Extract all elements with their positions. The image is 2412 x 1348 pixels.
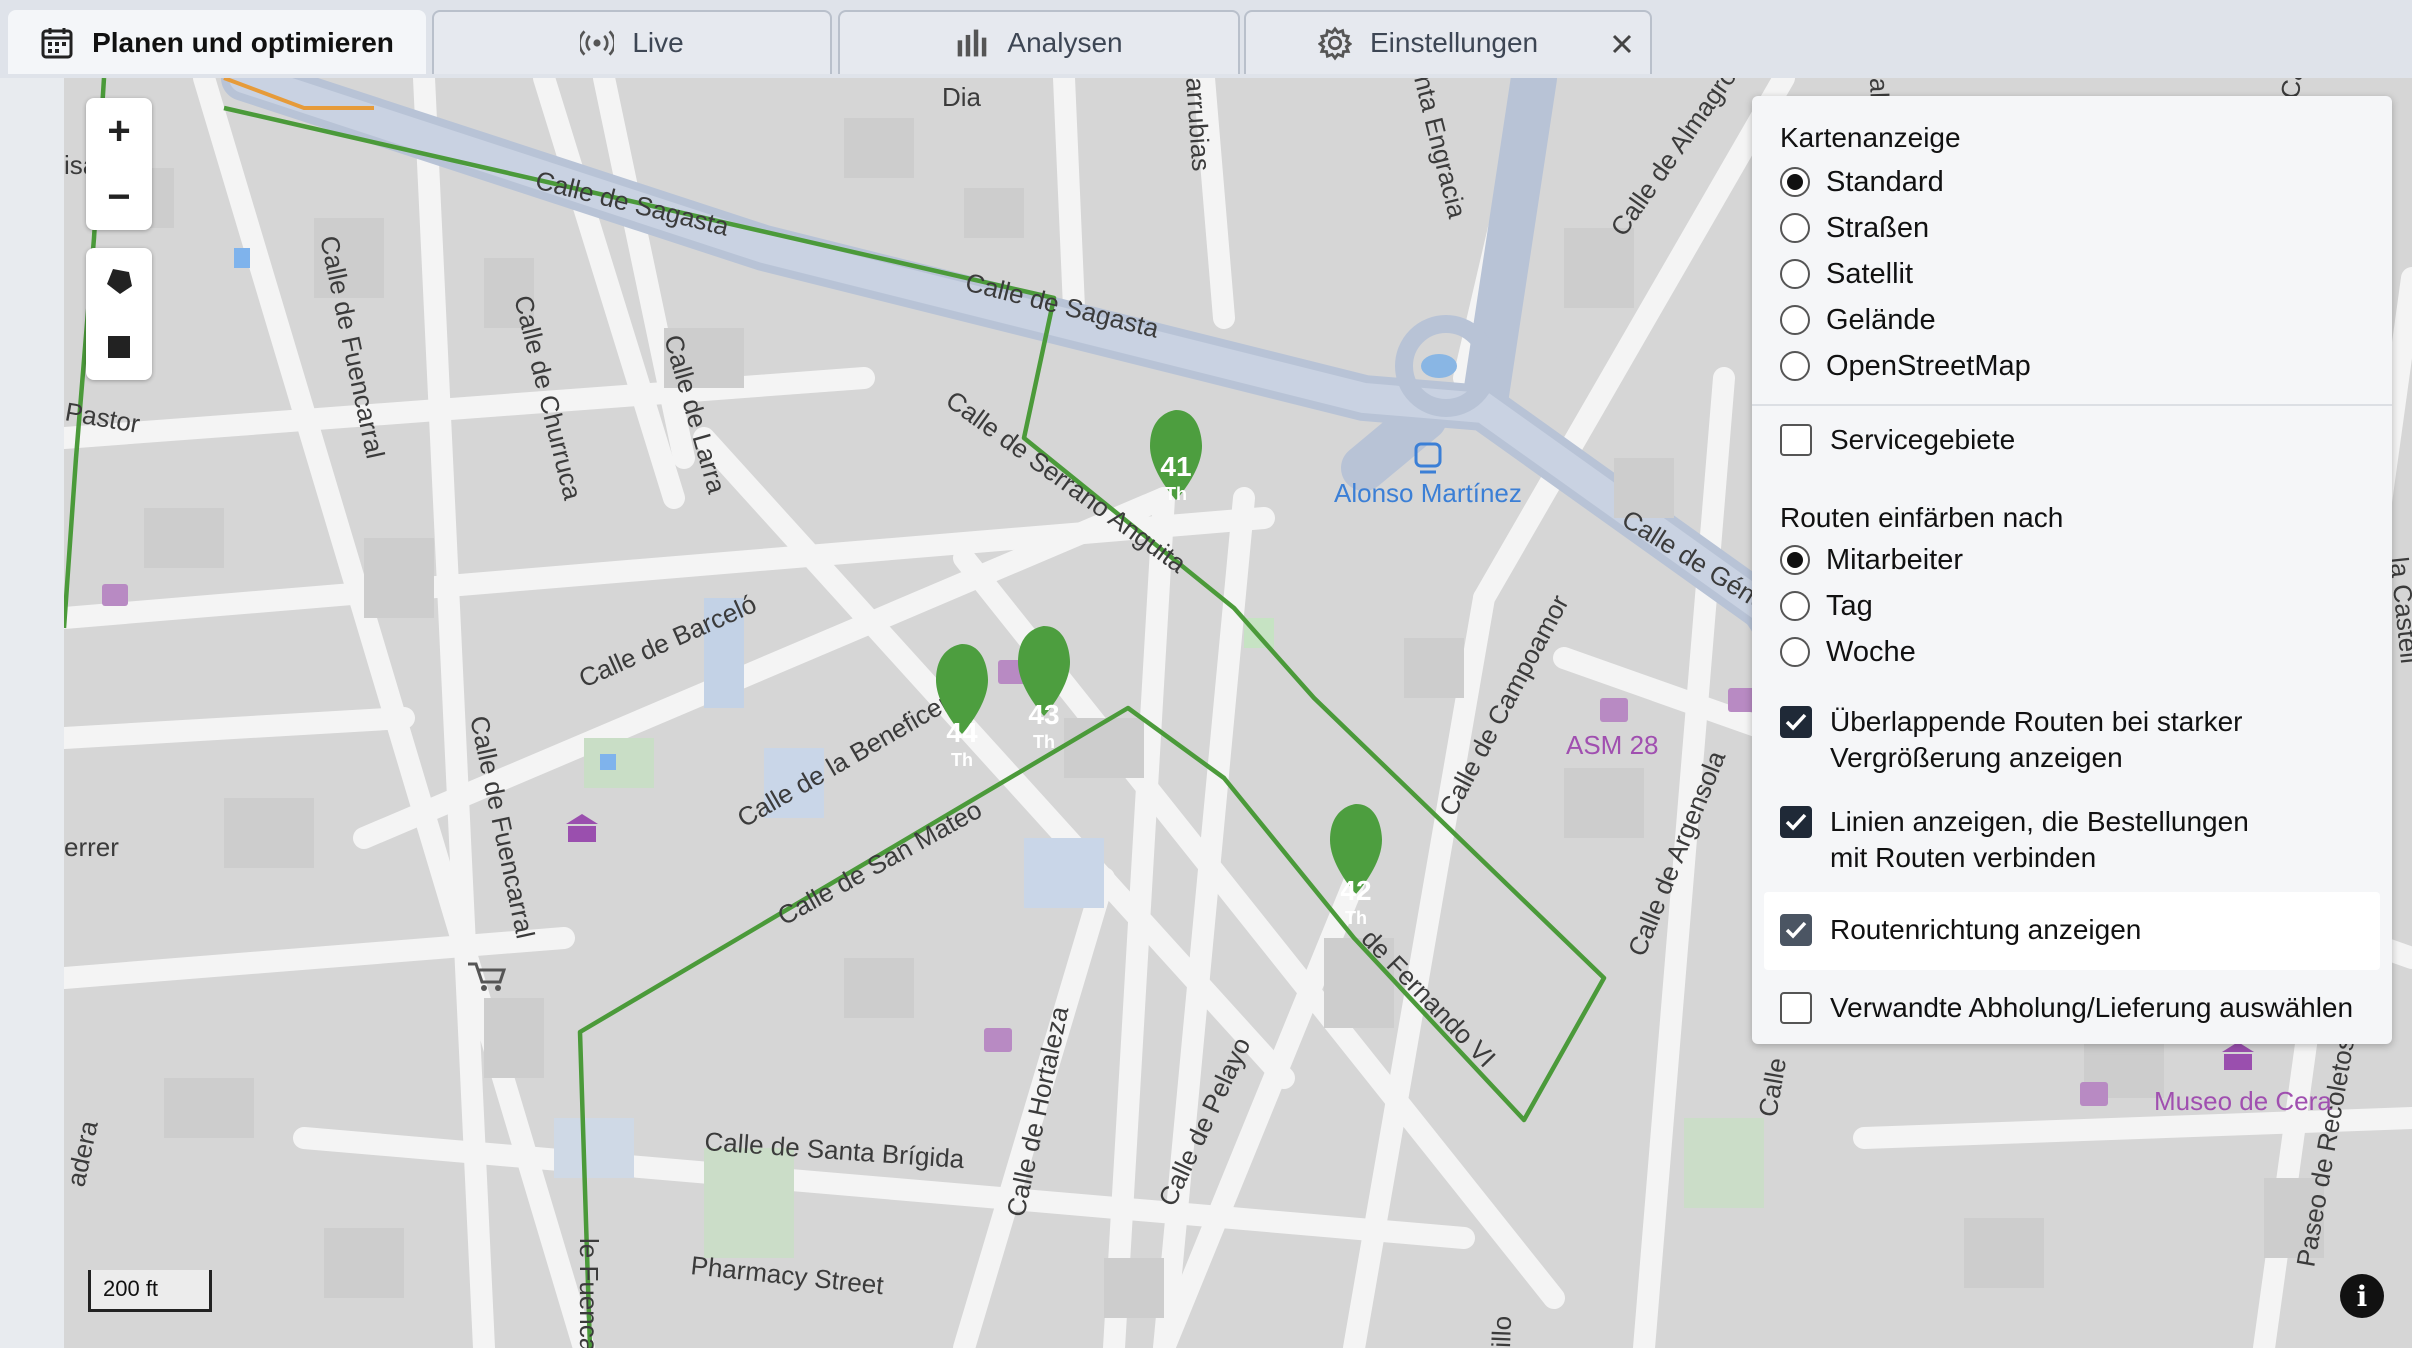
tab-analytics[interactable]: Analysen <box>838 10 1240 74</box>
tab-label: Planen und optimieren <box>92 27 394 58</box>
map-display-option-streets[interactable]: Straßen <box>1780 208 1929 248</box>
checkbox[interactable] <box>1780 806 1812 838</box>
tab-label: Live <box>632 27 684 58</box>
color-routes-title: Routen einfärben nach <box>1780 502 2064 533</box>
color-by-employee[interactable]: Mitarbeiter <box>1780 540 1963 580</box>
option-label: Standard <box>1826 165 1944 198</box>
square-icon <box>108 336 130 358</box>
draw-polygon-button[interactable] <box>86 248 152 314</box>
metro-station-label: Alonso Martínez <box>1334 478 1522 508</box>
plus-icon: + <box>107 108 131 153</box>
service-areas-checkbox-row[interactable]: Servicegebiete <box>1780 422 2015 458</box>
info-icon: i <box>2356 1279 2368 1313</box>
pin-number: 43 <box>1028 699 1059 730</box>
map-display-option-osm[interactable]: OpenStreetMap <box>1780 346 2031 386</box>
tab-settings[interactable]: Einstellungen <box>1244 10 1652 74</box>
tab-plan-optimize[interactable]: Planen und optimieren <box>8 10 426 74</box>
order-lines-checkbox-row[interactable]: Linien anzeigen, die Bestellungen mit Rou… <box>1780 804 2249 876</box>
calendar-icon <box>40 26 74 60</box>
bar-chart-icon <box>955 26 989 60</box>
checkbox[interactable] <box>1780 424 1812 456</box>
overlapping-routes-checkbox-row[interactable]: Überlappende Routen bei starker Vergrößer… <box>1780 704 2242 776</box>
checkbox-label: Verwandte Abholung/Lieferung auswählen <box>1830 992 2354 1023</box>
map-display-option-standard[interactable]: Standard <box>1780 162 1944 202</box>
poi-label: Museo de Cera <box>2154 1086 2332 1116</box>
street-label: errer <box>64 832 119 862</box>
street-label: le Fuencarral <box>574 1238 604 1348</box>
checkmark-icon <box>1785 813 1807 831</box>
option-label: Woche <box>1826 635 1916 668</box>
tab-label: Analysen <box>1007 27 1123 58</box>
info-button[interactable]: i <box>2340 1274 2384 1318</box>
broadcast-icon <box>580 26 615 60</box>
street-label: illo <box>1486 1315 1517 1348</box>
zoom-control: + − <box>86 98 152 230</box>
color-by-week[interactable]: Woche <box>1780 632 1916 672</box>
checkmark-icon <box>1785 713 1807 731</box>
pin-number: 42 <box>1340 875 1371 906</box>
tab-bar: Planen und optimieren Live Analysen Eins… <box>0 0 2412 78</box>
checkbox-label: Routenrichtung anzeigen <box>1830 914 2142 945</box>
radio-button[interactable] <box>1780 167 1810 197</box>
radio-button[interactable] <box>1780 305 1810 335</box>
pin-sub: Th <box>1165 484 1187 504</box>
option-label: OpenStreetMap <box>1826 349 2031 382</box>
radio-button[interactable] <box>1780 259 1810 289</box>
checkbox-label: Überlappende Routen bei starker Vergrößer… <box>1830 706 2243 773</box>
pin-sub: Th <box>951 750 973 770</box>
map-display-option-terrain[interactable]: Gelände <box>1780 300 1936 340</box>
radio-button[interactable] <box>1780 213 1810 243</box>
gear-icon <box>1318 26 1352 61</box>
poi-label: ASM 28 <box>1566 730 1659 760</box>
pin-number: 44 <box>946 717 978 748</box>
zoom-in-button[interactable]: + <box>86 98 152 164</box>
tab-live[interactable]: Live <box>432 10 832 74</box>
map-display-title: Kartenanzeige <box>1780 122 1961 153</box>
option-label: Satellit <box>1826 257 1914 290</box>
pin-sub: Th <box>1033 732 1055 752</box>
street-label: Dia <box>942 82 982 112</box>
checkbox-label: Servicegebiete <box>1830 424 2016 455</box>
checkbox-label: Linien anzeigen, die Bestellungen mit Rou… <box>1830 806 2249 873</box>
radio-button[interactable] <box>1780 591 1810 621</box>
draw-tools <box>86 248 152 380</box>
radio-button[interactable] <box>1780 637 1810 667</box>
route-direction-checkbox-row[interactable]: Routenrichtung anzeigen <box>1780 912 2141 948</box>
radio-button[interactable] <box>1780 351 1810 381</box>
scale-label: 200 ft <box>103 1276 159 1301</box>
draw-rectangle-button[interactable] <box>86 314 152 380</box>
option-label: Tag <box>1826 589 1873 622</box>
map-settings-panel: Kartenanzeige Standard Straßen Satellit … <box>1752 96 2392 1044</box>
option-label: Straßen <box>1826 211 1930 244</box>
radio-button[interactable] <box>1780 545 1810 575</box>
pin-number: 41 <box>1160 451 1191 482</box>
scale-bar: 200 ft <box>88 1270 212 1312</box>
pin-sub: Th <box>1345 908 1367 928</box>
checkmark-icon <box>1785 921 1807 939</box>
divider <box>1752 404 2392 406</box>
tab-label: Einstellungen <box>1370 27 1539 58</box>
option-label: Mitarbeiter <box>1826 543 1963 576</box>
option-label: Gelände <box>1826 303 1936 336</box>
polygon-icon <box>107 269 132 294</box>
checkbox[interactable] <box>1780 914 1812 946</box>
minus-icon: − <box>107 174 131 219</box>
zoom-out-button[interactable]: − <box>86 164 152 230</box>
related-pickup-delivery-checkbox-row[interactable]: Verwandte Abholung/Lieferung auswählen <box>1780 990 2353 1026</box>
map-display-option-satellite[interactable]: Satellit <box>1780 254 1913 294</box>
checkbox[interactable] <box>1780 992 1812 1024</box>
color-by-day[interactable]: Tag <box>1780 586 1873 626</box>
close-icon[interactable] <box>1608 30 1636 58</box>
checkbox[interactable] <box>1780 706 1812 738</box>
